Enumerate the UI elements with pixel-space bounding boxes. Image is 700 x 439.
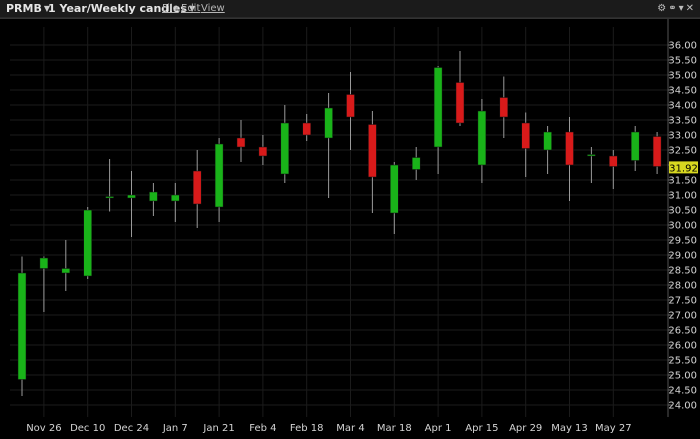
- candle-up: [411, 157, 421, 170]
- candle-up: [61, 268, 71, 274]
- candle-down: [258, 146, 268, 157]
- close-icon[interactable]: ✕: [686, 3, 696, 14]
- x-tick-label: Dec 24: [114, 423, 149, 434]
- candle-down: [346, 94, 355, 118]
- candle-up: [543, 131, 552, 151]
- candle-down: [236, 137, 246, 148]
- current-price-label: 31.92: [669, 163, 698, 174]
- y-tick-label: 31.50: [668, 176, 697, 187]
- y-tick-label: 28.00: [668, 281, 697, 292]
- candle-down: [192, 170, 202, 205]
- gear-icon[interactable]: ⚙: [657, 3, 668, 14]
- candle-up: [587, 154, 596, 157]
- candle-down: [499, 97, 509, 118]
- y-tick-label: 24.00: [668, 401, 697, 412]
- x-tick-label: Dec 10: [70, 423, 105, 434]
- y-tick-label: 34.00: [668, 101, 697, 112]
- y-tick-label: 24.50: [668, 386, 697, 397]
- menu-file[interactable]: File: [162, 2, 179, 15]
- candle-down: [302, 122, 311, 136]
- x-tick-label: Apr 1: [425, 423, 452, 434]
- x-tick-label: Nov 26: [26, 423, 61, 434]
- y-tick-label: 25.50: [668, 356, 697, 367]
- y-tick-label: 35.50: [668, 56, 697, 67]
- x-tick-label: Jan 21: [202, 423, 234, 434]
- y-tick-label: 34.50: [668, 86, 697, 97]
- x-tick-label: Apr 15: [465, 423, 498, 434]
- x-tick-label: May 27: [595, 423, 632, 434]
- candle-up: [477, 110, 487, 166]
- y-tick-label: 28.50: [668, 266, 697, 277]
- chart-area: 24.00 24.50 25.00 25.50 26.00 26.50 27.00 27.50…: [0, 18, 700, 435]
- y-tick-label: 33.00: [668, 131, 697, 142]
- price-axis: 24.00 24.50 25.00 25.50 26.00 26.50 27.00 27.50…: [667, 19, 698, 417]
- y-tick-label: 35.00: [668, 71, 697, 82]
- x-tick-label: Mar 4: [336, 423, 364, 434]
- candle-up: [214, 143, 224, 208]
- y-tick-label: 36.00: [668, 41, 697, 52]
- y-tick-label: 25.00: [668, 371, 697, 382]
- y-tick-label: 26.00: [668, 341, 697, 352]
- y-tick-label: 33.50: [668, 116, 697, 127]
- y-tick-label: 27.00: [668, 311, 697, 322]
- candle-down: [521, 122, 530, 149]
- candle-up: [433, 67, 443, 148]
- candle-up: [149, 191, 158, 202]
- candle-down: [565, 131, 574, 166]
- y-tick-label: 30.50: [668, 206, 697, 217]
- y-tick-label: 27.50: [668, 296, 697, 307]
- candle-up: [39, 257, 49, 269]
- candle-up: [171, 194, 180, 202]
- candle-up: [390, 164, 399, 214]
- x-tick-label: Mar 18: [377, 423, 412, 434]
- chart-toolbar: PRMB ▼ 1 Year/Weekly candles ▼ File Edit V…: [0, 0, 700, 18]
- candle-down: [609, 155, 618, 167]
- dropdown-icon[interactable]: ▾: [679, 3, 686, 14]
- link-icon[interactable]: ⚭: [668, 3, 678, 14]
- time-axis: Nov 26 Dec 10 Dec 24 Jan 7 Jan 21 Feb 4 Feb 18…: [26, 423, 631, 434]
- menu-edit[interactable]: Edit: [181, 2, 200, 15]
- y-tick-label: 31.00: [668, 191, 697, 202]
- y-tick-label: 29.50: [668, 236, 697, 247]
- x-tick-label: May 13: [551, 423, 588, 434]
- candle-down: [652, 136, 662, 167]
- y-tick-label: 30.00: [668, 221, 697, 232]
- x-tick-label: Jan 7: [162, 423, 188, 434]
- candle-up: [280, 122, 290, 175]
- candle-down: [455, 82, 465, 124]
- candle-up: [105, 196, 114, 199]
- window-icons: ⚙⚭▾✕: [657, 2, 696, 15]
- x-tick-label: Apr 29: [509, 423, 542, 434]
- x-tick-label: Feb 18: [290, 423, 324, 434]
- menu-view[interactable]: View: [201, 2, 225, 15]
- candle-up: [17, 272, 27, 380]
- symbol-selector[interactable]: PRMB ▼: [6, 2, 50, 16]
- candle-down: [368, 124, 377, 178]
- candles: [17, 51, 662, 396]
- candle-up: [324, 107, 333, 139]
- grid-lines: [10, 27, 668, 417]
- y-tick-label: 32.50: [668, 146, 697, 157]
- candle-up: [83, 209, 92, 277]
- x-tick-label: Feb 4: [249, 423, 276, 434]
- candle-up: [127, 194, 136, 199]
- candle-up: [630, 131, 640, 161]
- candlestick-chart[interactable]: 24.00 24.50 25.00 25.50 26.00 26.50 27.00 27.50…: [0, 19, 700, 435]
- y-tick-label: 29.00: [668, 251, 697, 262]
- y-tick-label: 26.50: [668, 326, 697, 337]
- symbol-label: PRMB: [6, 2, 42, 15]
